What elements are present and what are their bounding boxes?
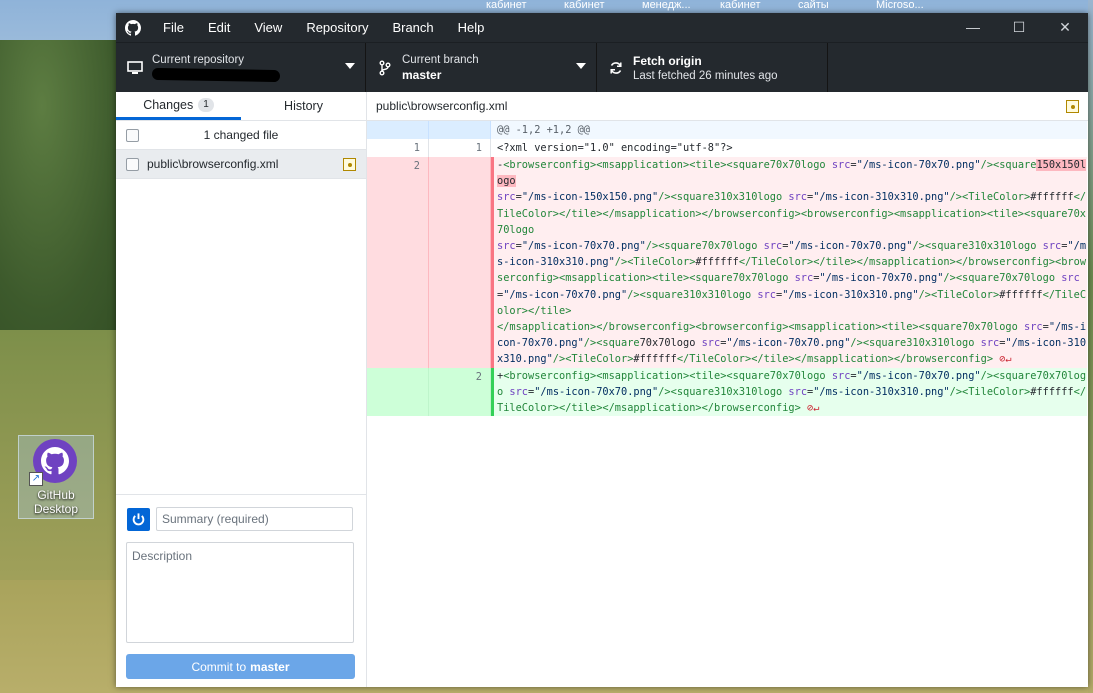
current-branch-label: Current branch [402,53,479,66]
window-controls: — ☐ ✕ [950,19,1088,36]
diff-file-path: public\browserconfig.xml [376,99,508,113]
line-number-old: 1 [367,139,429,157]
current-repository-label: Current repository [152,54,245,66]
line-number-old [367,121,429,139]
minimize-button[interactable]: — [950,19,996,36]
maximize-button[interactable]: ☐ [996,19,1042,36]
menu-repository[interactable]: Repository [294,20,380,35]
taskbar-item[interactable]: кабинет [486,0,564,12]
fetch-origin-label: Fetch origin [633,53,702,68]
diff-context-line[interactable]: 1 1 <?xml version="1.0" encoding="utf-8"… [367,139,1088,157]
diff-panel: public\browserconfig.xml @@ -1,2 +1,2 @@… [367,92,1088,687]
last-fetched-text: Last fetched 26 minutes ago [633,69,778,82]
changed-file-row[interactable]: public\browserconfig.xml [116,150,366,179]
menu-file[interactable]: File [151,20,196,35]
deleted-line-code: -<browserconfig><msapplication><tile><sq… [491,157,1087,368]
commit-summary-input[interactable] [156,507,353,531]
changes-count-badge: 1 [198,97,214,112]
toolbar: Current repository Current branch master… [116,42,1088,92]
taskbar-item[interactable]: кабинет [720,0,798,12]
menu-view[interactable]: View [242,20,294,35]
modified-icon [1066,100,1079,113]
commit-button-label: Commit to [191,659,247,674]
sidebar: Changes 1 History 1 changed file public\… [116,92,367,687]
github-desktop-window: File Edit View Repository Branch Help — … [116,13,1088,687]
line-number-new: 2 [429,367,491,417]
hunk-text: @@ -1,2 +1,2 @@ [491,121,1087,139]
file-checkbox[interactable] [126,157,139,171]
current-repository-button[interactable]: Current repository [116,43,366,92]
select-all-checkbox[interactable] [126,129,139,142]
commit-button-branch: master [250,659,290,674]
desktop-background-edge [1088,0,1093,693]
fetch-origin-button[interactable]: Fetch origin Last fetched 26 minutes ago [597,43,828,92]
added-line-code: +<browserconfig><msapplication><tile><sq… [491,367,1087,417]
line-number-old: 2 [367,157,429,368]
menu-branch[interactable]: Branch [380,20,445,35]
changed-files-header: 1 changed file [116,121,366,150]
taskbar-item[interactable]: сайты [798,0,876,12]
line-number-old [367,367,429,417]
computer-icon [126,60,144,75]
taskbar-window-titles: кабинет кабинет менедж... кабинет сайты … [486,0,954,12]
diff-deleted-line[interactable]: 2 -<browserconfig><msapplication><tile><… [367,157,1088,368]
menu-bar: File Edit View Repository Branch Help [151,20,496,35]
menu-edit[interactable]: Edit [196,20,242,35]
title-bar: File Edit View Repository Branch Help — … [116,13,1088,42]
changed-file-path: public\browserconfig.xml [147,157,279,171]
modified-icon [343,158,356,171]
avatar [127,508,150,531]
redacted-repository-name [151,67,281,83]
taskbar-item[interactable]: менедж... [642,0,720,12]
line-number-new [429,121,491,139]
taskbar-item[interactable]: Microso... [876,0,954,12]
close-button[interactable]: ✕ [1042,19,1088,36]
desktop-shortcut-github-desktop[interactable]: ↗ GitHub Desktop [18,435,94,519]
shortcut-arrow-icon: ↗ [29,472,43,486]
diff-hunk-header[interactable]: @@ -1,2 +1,2 @@ [367,121,1088,139]
github-logo-icon [125,19,141,36]
sidebar-tabs: Changes 1 History [116,92,366,121]
commit-button[interactable]: Commit to master [126,654,355,679]
desktop-icon-label: GitHub Desktop [33,488,79,516]
taskbar-item[interactable]: кабинет [564,0,642,12]
current-branch-value: master [402,67,442,82]
diff-header: public\browserconfig.xml [367,92,1088,121]
tab-changes-label: Changes [143,97,194,112]
commit-form: Commit to master [116,494,366,687]
tab-history[interactable]: History [241,92,366,120]
sync-icon [607,61,625,75]
tab-changes[interactable]: Changes 1 [116,92,241,120]
menu-help[interactable]: Help [446,20,497,35]
commit-description-input[interactable] [126,542,354,643]
diff-added-line[interactable]: 2 +<browserconfig><msapplication><tile><… [367,367,1088,417]
tab-history-label: History [284,99,323,113]
line-number-new: 1 [429,139,491,157]
chevron-down-icon [576,63,586,69]
diff-content: @@ -1,2 +1,2 @@ 1 1 <?xml version="1.0" … [367,121,1088,417]
changed-files-count: 1 changed file [203,128,279,142]
context-line-text: <?xml version="1.0" encoding="utf-8"?> [497,142,733,154]
chevron-down-icon [345,63,355,69]
branch-icon [376,60,394,76]
current-branch-button[interactable]: Current branch master [366,43,597,92]
line-number-new [429,157,491,368]
